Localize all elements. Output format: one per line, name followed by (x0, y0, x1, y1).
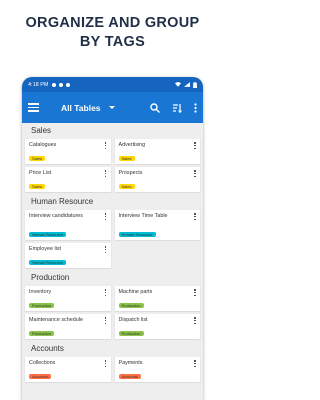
table-name: Prospects (118, 170, 143, 176)
table-card[interactable]: Collections Accounts (25, 357, 111, 382)
table-name: Maintenance schedule (29, 317, 83, 323)
status-time: 4:18 PM (28, 81, 49, 88)
card-menu-icon[interactable] (194, 317, 196, 325)
tag-badge: Sales (118, 184, 135, 189)
table-card[interactable]: Advertising Sales (114, 139, 200, 164)
table-card[interactable]: Payments Accounts (114, 357, 200, 382)
card-menu-icon[interactable] (194, 360, 196, 368)
group-sales: Catalogues Sales Advertising Sales Price… (25, 139, 200, 192)
wifi-icon (175, 82, 181, 87)
table-name: Employee list (29, 246, 62, 252)
tag-badge: Sales (29, 184, 46, 189)
table-name: Inventory (29, 289, 52, 295)
tag-badge: Production (118, 331, 144, 336)
tag-badge: Accounts (118, 374, 141, 379)
card-menu-icon[interactable] (194, 289, 196, 297)
tag-badge: Production (29, 303, 55, 308)
notification-icon (52, 82, 57, 87)
group-human-resource: Interview candidatures Human Resource In… (25, 210, 200, 268)
table-name: Collections (29, 360, 56, 366)
tag-badge: Human Resource (29, 232, 67, 237)
table-card[interactable]: Interview Time Table Human Resource (114, 210, 200, 240)
tag-badge: Accounts (29, 374, 52, 379)
group-header-production: Production (31, 273, 70, 282)
table-card[interactable]: Inventory Production (25, 286, 111, 311)
notification-icon (59, 82, 64, 87)
table-name: Price List (29, 170, 52, 176)
card-menu-icon[interactable] (104, 317, 107, 325)
table-name: Advertising (118, 142, 146, 148)
card-menu-icon[interactable] (104, 289, 107, 297)
promo-headline: ORGANIZE AND GROUP BY TAGS (0, 14, 225, 52)
app-bar: All Tables (22, 92, 203, 123)
table-card[interactable]: Employee list Human Resource (25, 243, 111, 268)
card-menu-icon[interactable] (104, 246, 107, 254)
search-icon[interactable] (150, 102, 160, 113)
table-filter-dropdown[interactable]: All Tables (61, 103, 115, 113)
card-menu-icon[interactable] (104, 213, 107, 221)
card-menu-icon[interactable] (194, 170, 196, 178)
card-menu-icon[interactable] (104, 142, 107, 150)
headline-line-2: BY TAGS (79, 34, 146, 50)
battery-icon (193, 81, 197, 88)
app-bar-title: All Tables (61, 102, 101, 113)
signal-icon (184, 82, 190, 87)
table-name: Machine parts (118, 289, 153, 295)
tag-badge: Sales (118, 156, 135, 161)
group-accounts: Collections Accounts Payments Accounts (25, 357, 200, 382)
tag-badge: Sales (29, 156, 46, 161)
phone-screen: 4:18 PM All Tables Sales Catalogues Sale… (22, 77, 203, 400)
menu-icon[interactable] (28, 103, 39, 112)
table-card[interactable]: Prospects Sales (114, 167, 200, 192)
card-menu-icon[interactable] (194, 142, 196, 150)
card-menu-icon[interactable] (104, 170, 107, 178)
table-list: Sales Catalogues Sales Advertising Sales… (22, 123, 203, 382)
table-name: Catalogues (29, 142, 57, 148)
tag-badge: Production (118, 303, 144, 308)
status-bar: 4:18 PM (22, 77, 203, 92)
more-vert-icon[interactable] (194, 102, 197, 113)
table-card[interactable]: Dispatch list Production (114, 314, 200, 339)
group-header-accounts: Accounts (31, 344, 64, 353)
table-card[interactable]: Machine parts Production (114, 286, 200, 311)
dropdown-caret-icon (108, 106, 115, 109)
card-menu-icon[interactable] (104, 360, 107, 368)
table-name: Dispatch list (118, 317, 148, 323)
table-card[interactable]: Price List Sales (25, 167, 111, 192)
notification-icon (66, 82, 71, 87)
table-name: Payments (118, 360, 143, 366)
tag-badge: Human Resource (118, 232, 156, 237)
headline-line-1: ORGANIZE AND GROUP (25, 15, 200, 31)
table-card[interactable]: Maintenance schedule Production (25, 314, 111, 339)
card-menu-icon[interactable] (194, 213, 196, 221)
status-icons (175, 81, 197, 88)
table-card[interactable]: Catalogues Sales (25, 139, 111, 164)
table-name: Interview Time Table (118, 213, 168, 219)
group-header-human-resource: Human Resource (31, 197, 94, 206)
tag-badge: Production (29, 331, 55, 336)
group-header-sales: Sales (31, 126, 52, 135)
table-card[interactable]: Interview candidatures Human Resource (25, 210, 111, 240)
group-production: Inventory Production Machine parts Produ… (25, 286, 200, 339)
table-name: Interview candidatures (29, 213, 83, 219)
tag-badge: Human Resource (29, 260, 67, 265)
sort-icon[interactable] (172, 103, 182, 113)
